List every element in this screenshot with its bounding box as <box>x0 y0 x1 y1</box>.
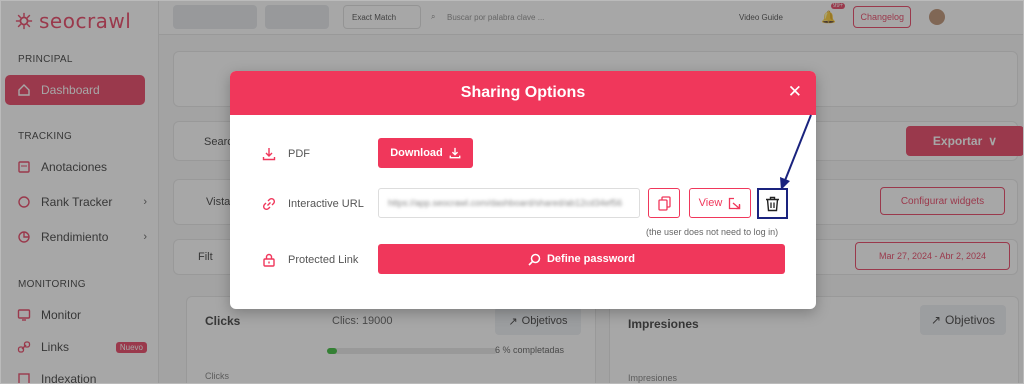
view-button[interactable]: View <box>689 188 751 218</box>
app-frame: seocrawl PRINCIPAL Dashboard TRACKING An… <box>0 0 1024 384</box>
define-password-label: Define password <box>546 253 636 265</box>
external-link-icon <box>729 197 741 209</box>
modal-header: Sharing Options ✕ <box>230 71 816 115</box>
interactive-url-field[interactable]: https://app.seocrawl.com/dashboard/share… <box>378 188 640 218</box>
interactive-url-label: Interactive URL <box>288 198 364 210</box>
search-icon <box>528 253 541 266</box>
copy-url-button[interactable] <box>648 188 680 218</box>
copy-icon <box>657 195 671 211</box>
protected-link-label: Protected Link <box>288 254 359 266</box>
define-password-button[interactable]: Define password <box>378 244 785 274</box>
interactive-url-value: https://app.seocrawl.com/dashboard/share… <box>388 198 623 208</box>
close-icon[interactable]: ✕ <box>788 83 802 100</box>
modal-title: Sharing Options <box>460 84 586 101</box>
link-icon <box>262 197 276 211</box>
trash-icon <box>766 196 779 211</box>
download-label: Download <box>390 147 443 159</box>
sharing-options-modal: Sharing Options ✕ PDF Download Interacti… <box>230 71 816 309</box>
pdf-label: PDF <box>288 148 310 160</box>
delete-url-button[interactable] <box>757 188 788 219</box>
view-label: View <box>698 197 723 209</box>
download-icon <box>449 147 461 159</box>
lock-icon <box>263 253 275 267</box>
download-icon <box>262 148 276 161</box>
download-button[interactable]: Download <box>378 138 473 168</box>
login-hint: (the user does not need to log in) <box>646 227 779 237</box>
